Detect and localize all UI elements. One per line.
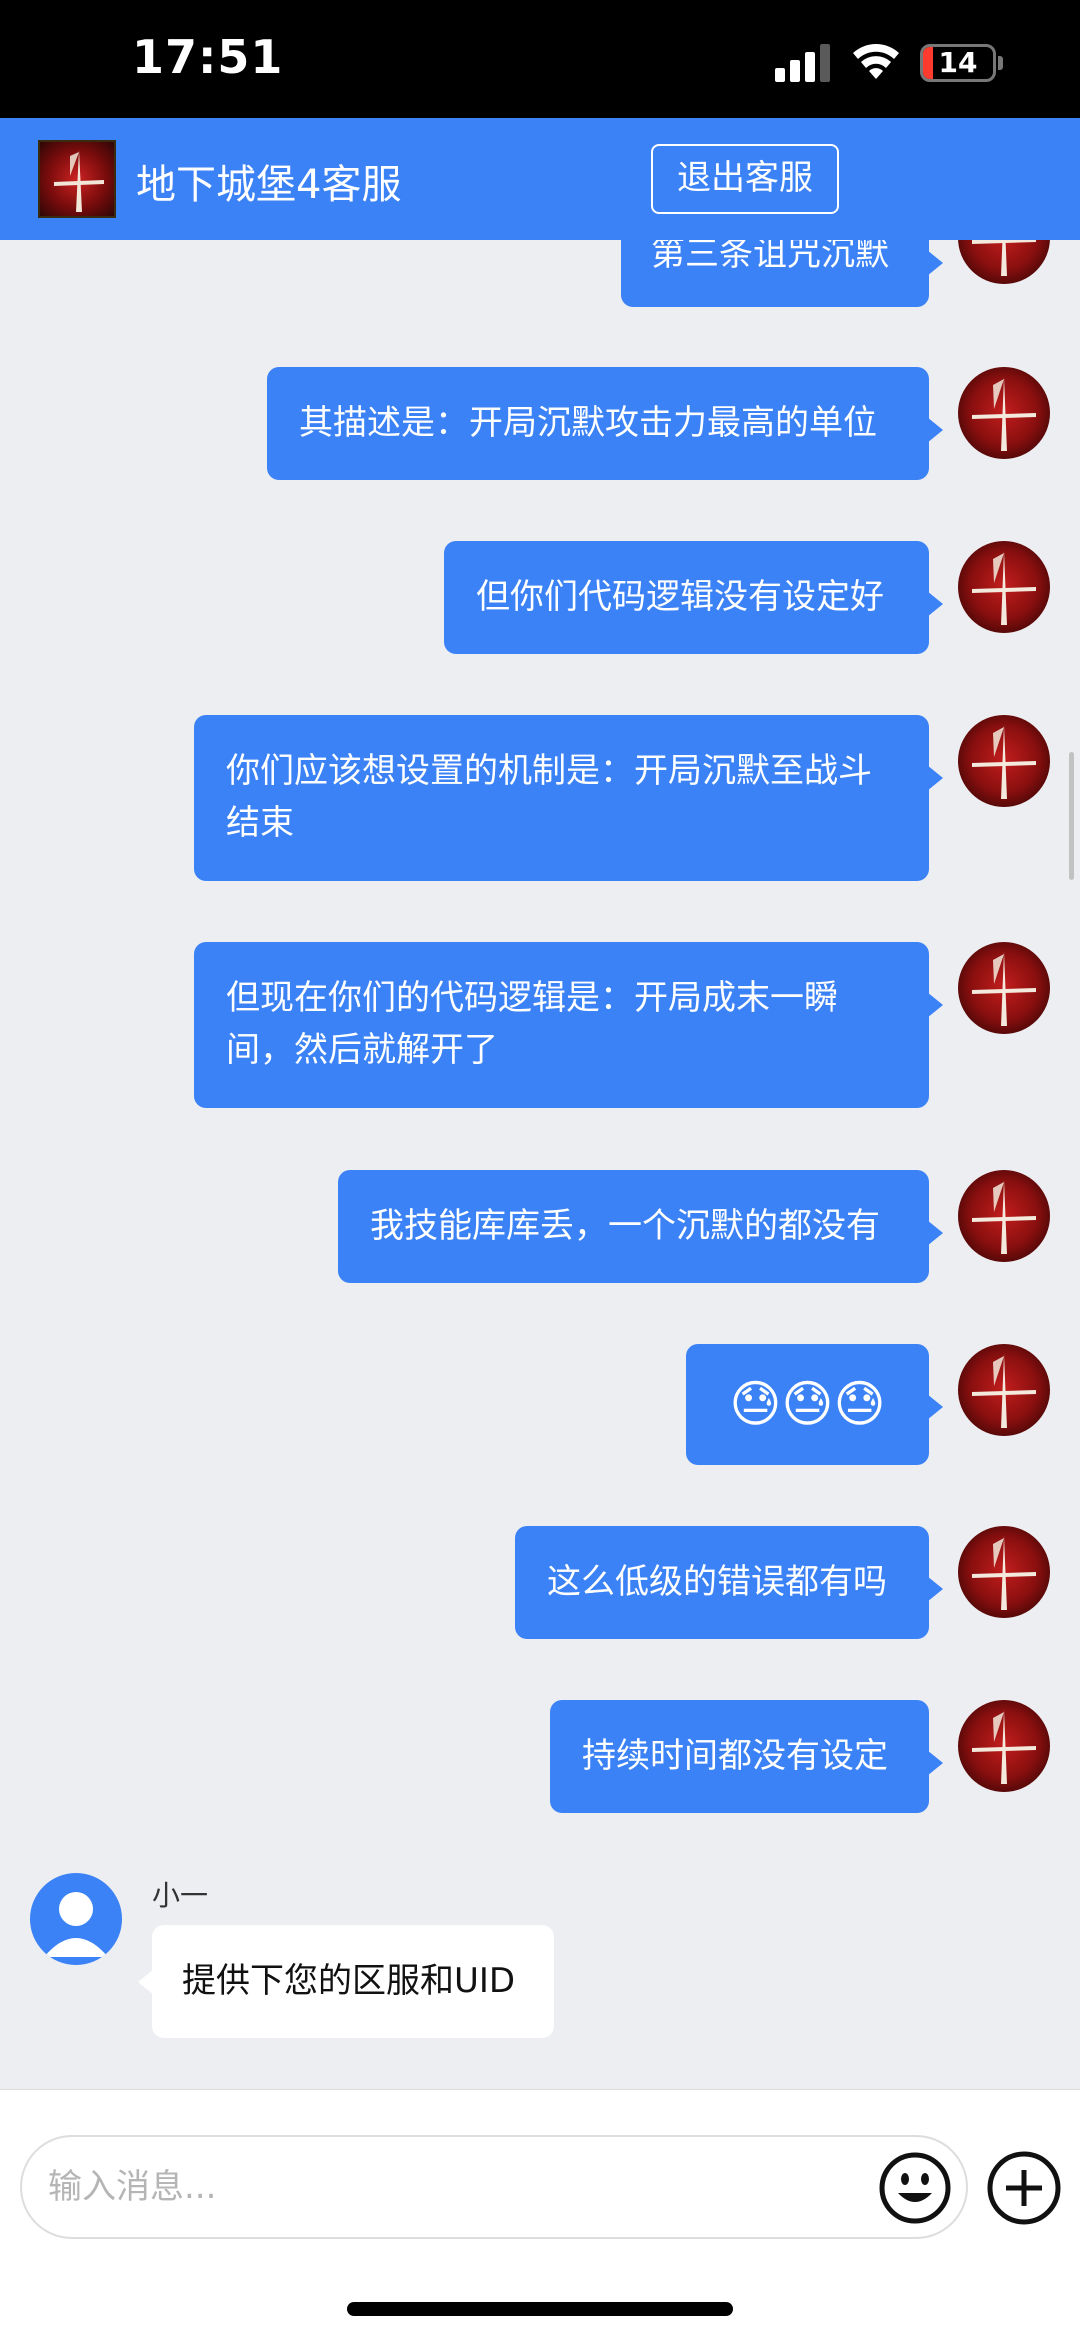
scroll-indicator[interactable] <box>1069 752 1074 880</box>
user-avatar[interactable] <box>958 1344 1050 1436</box>
message-bubble: 但现在你们的代码逻辑是：开局成末一瞬间，然后就解开了 <box>194 942 943 1108</box>
wifi-icon <box>853 44 899 79</box>
message-bubble: 你们应该想设置的机制是：开局沉默至战斗结束 <box>194 715 943 881</box>
user-avatar[interactable] <box>958 715 1050 807</box>
plus-circle-icon[interactable] <box>986 2150 1062 2226</box>
message-text: 提供下您的区服和UID <box>182 1961 516 2001</box>
agent-avatar[interactable] <box>30 1873 122 1965</box>
message-bubble: 我技能库库丢，一个沉默的都没有 <box>338 1170 943 1283</box>
game-logo <box>38 140 116 218</box>
message-text: 你们应该想设置的机制是：开局沉默至战斗结束 <box>226 751 872 843</box>
message-bubble: 其描述是：开局沉默攻击力最高的单位 <box>267 367 943 480</box>
user-avatar[interactable] <box>958 541 1050 633</box>
message-bubble: 😓😓😓 <box>686 1344 943 1465</box>
smiley-face-icon[interactable] <box>878 2151 952 2225</box>
message-text: 持续时间都没有设定 <box>582 1736 888 1776</box>
status-bar: 17:51 14 <box>0 0 1080 118</box>
message-text: 其描述是：开局沉默攻击力最高的单位 <box>299 403 877 443</box>
input-bar <box>0 2089 1080 2338</box>
message-text: 但你们代码逻辑没有设定好 <box>476 577 884 617</box>
exit-service-button[interactable]: 退出客服 <box>651 144 839 214</box>
battery-icon: 14 <box>920 44 996 82</box>
message-text: 第三条诅咒沉默 <box>651 234 889 274</box>
message-bubble: 这么低级的错误都有吗 <box>515 1526 943 1639</box>
agent-name: 小一 <box>152 1879 209 1912</box>
message-text: 但现在你们的代码逻辑是：开局成末一瞬间，然后就解开了 <box>226 978 838 1070</box>
message-bubble: 持续时间都没有设定 <box>550 1700 943 1813</box>
message-input[interactable] <box>20 2135 968 2239</box>
battery-percentage: 14 <box>938 46 978 79</box>
home-indicator[interactable] <box>347 2302 733 2316</box>
header-title: 地下城堡4客服 <box>136 162 402 208</box>
cellular-signal-icon <box>775 44 830 82</box>
user-avatar[interactable] <box>958 942 1050 1034</box>
status-time: 17:51 <box>132 30 284 84</box>
message-text: 我技能库库丢，一个沉默的都没有 <box>370 1206 880 1246</box>
person-icon <box>44 1892 108 1957</box>
message-bubble: 提供下您的区服和UID <box>138 1925 554 2038</box>
chat-header: 地下城堡4客服 退出客服 <box>0 118 1080 240</box>
user-avatar[interactable] <box>958 367 1050 459</box>
user-avatar[interactable] <box>958 1526 1050 1618</box>
message-bubble: 但你们代码逻辑没有设定好 <box>444 541 943 654</box>
message-text: 😓😓😓 <box>729 1375 886 1433</box>
message-text: 这么低级的错误都有吗 <box>547 1562 887 1602</box>
battery-cap <box>998 56 1003 70</box>
user-avatar[interactable] <box>958 1700 1050 1792</box>
user-avatar[interactable] <box>958 1170 1050 1262</box>
